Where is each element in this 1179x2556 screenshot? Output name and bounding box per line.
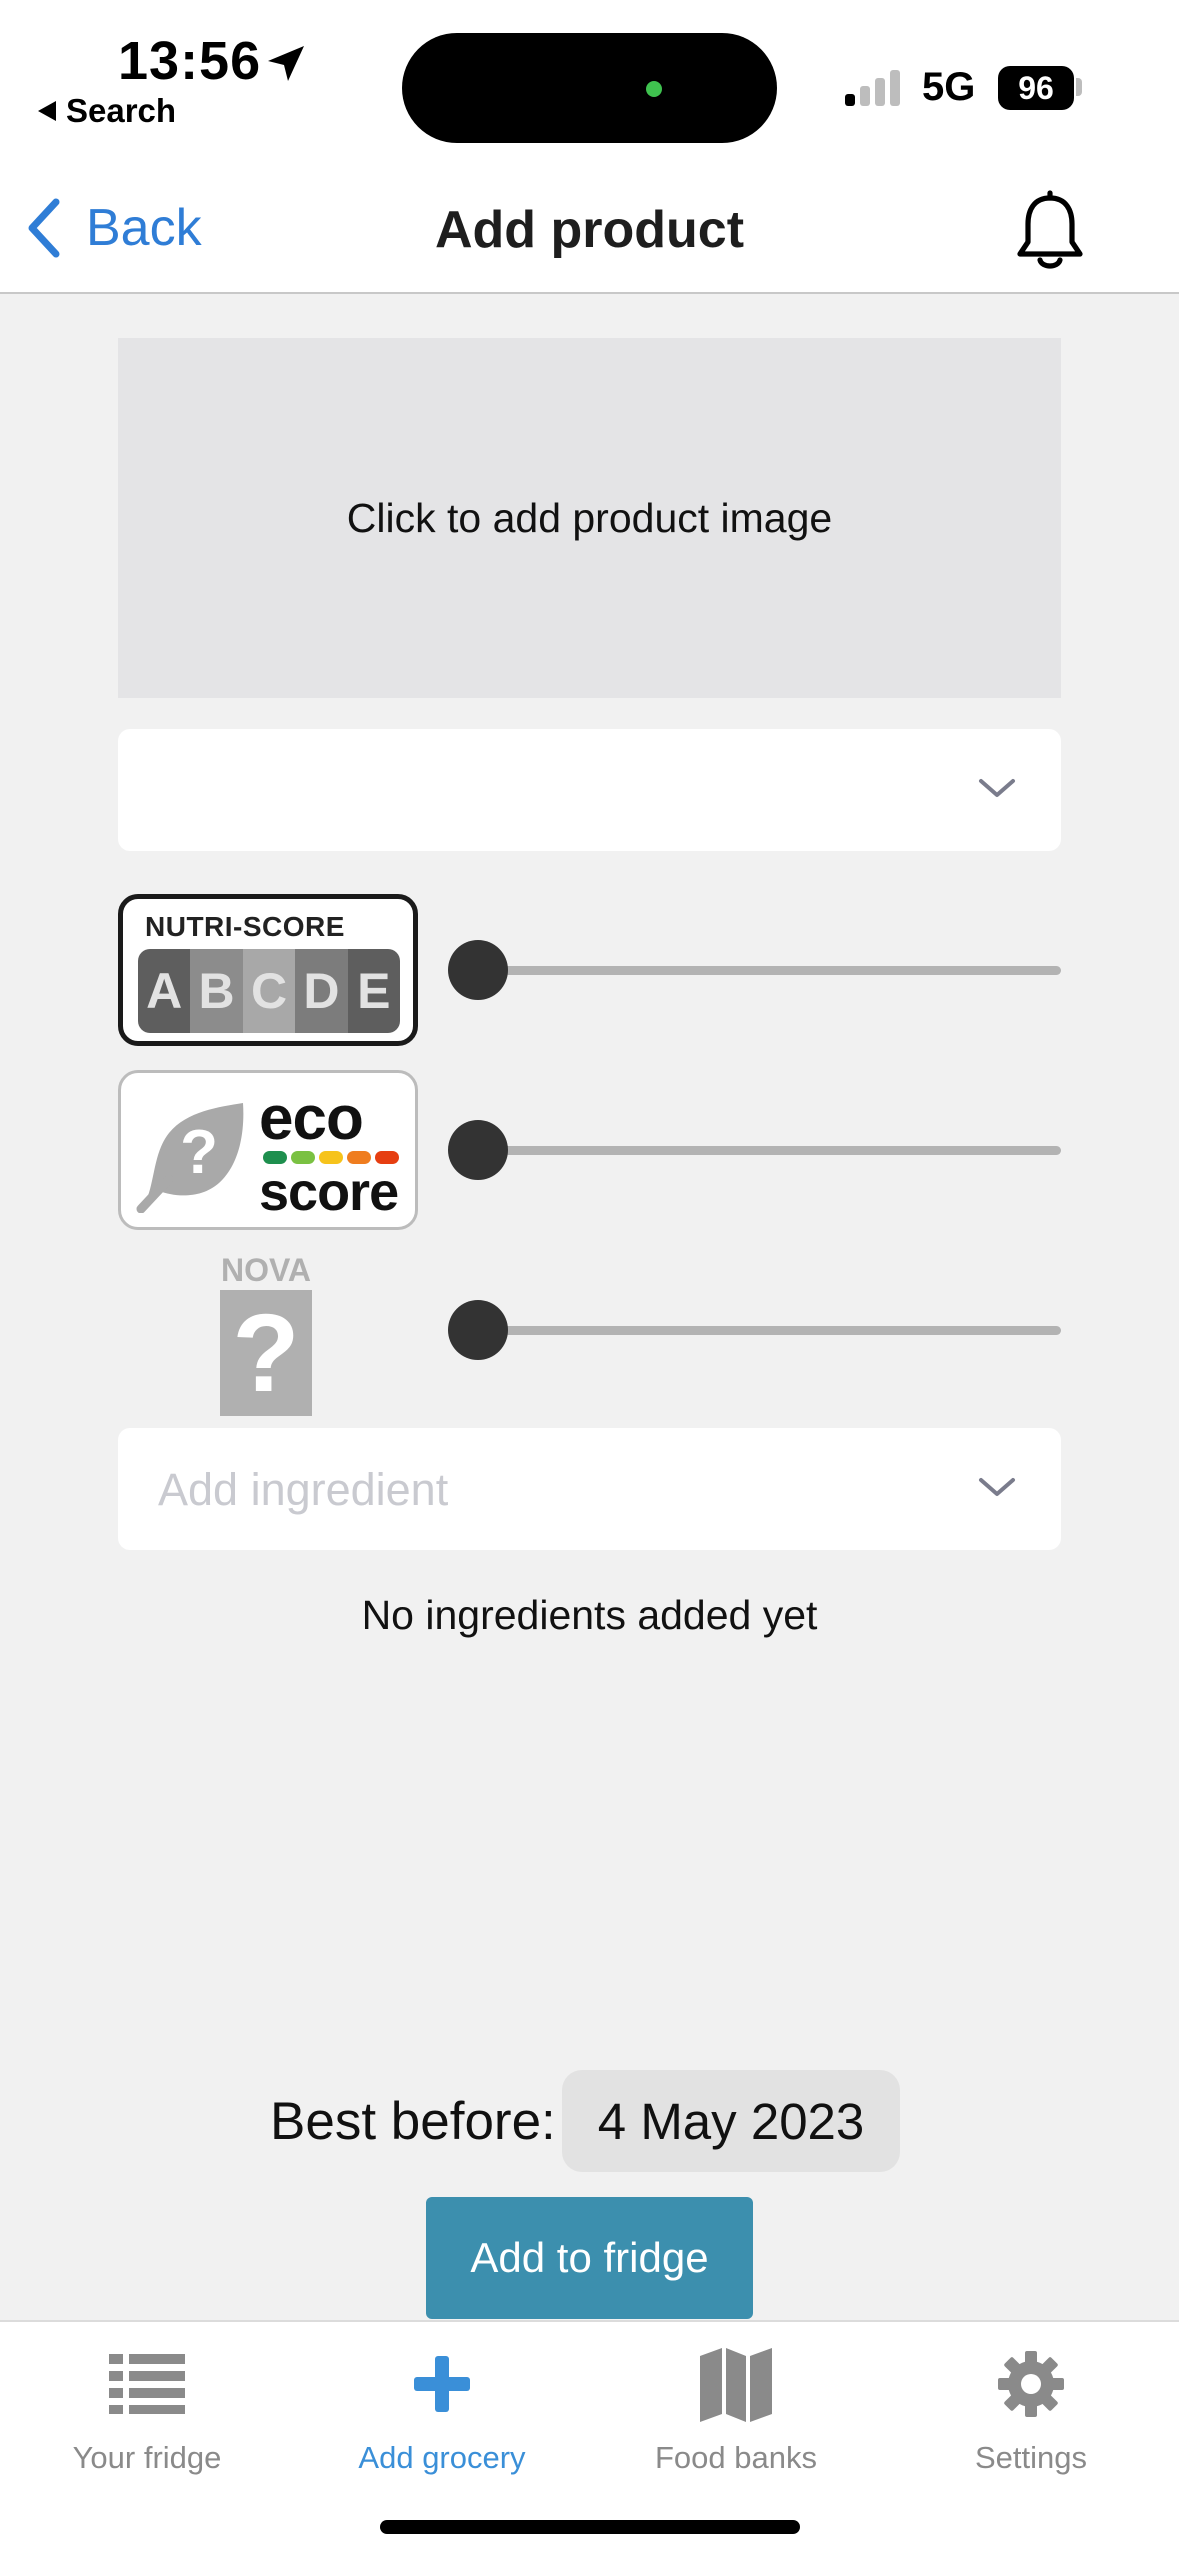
svg-text:?: ? bbox=[180, 1118, 218, 1187]
map-icon bbox=[700, 2348, 772, 2422]
slider-track bbox=[468, 1146, 1061, 1155]
battery-tip bbox=[1076, 78, 1082, 96]
nutri-score-row: NUTRI-SCORE A B C D E bbox=[118, 894, 1061, 1048]
slider-track bbox=[468, 1326, 1061, 1335]
nova-title: NOVA bbox=[220, 1252, 312, 1288]
location-arrow-icon bbox=[268, 46, 304, 81]
product-select[interactable] bbox=[118, 729, 1061, 851]
nova-slider[interactable] bbox=[448, 1300, 1061, 1360]
battery-icon: 96 bbox=[998, 66, 1074, 110]
slider-thumb[interactable] bbox=[448, 1300, 508, 1360]
eco-word: eco bbox=[259, 1084, 364, 1153]
tab-food-banks[interactable]: Food banks bbox=[616, 2346, 856, 2476]
best-before-row: Best before: 4 May 2023 bbox=[270, 2070, 901, 2172]
nutri-score-title: NUTRI-SCORE bbox=[145, 911, 345, 942]
nutri-grade-a: A bbox=[138, 949, 191, 1033]
back-to-app-link[interactable]: Search bbox=[38, 92, 176, 130]
nutri-grade-e: E bbox=[347, 949, 400, 1033]
nutri-score-badge: NUTRI-SCORE A B C D E bbox=[118, 894, 418, 1046]
score-word: score bbox=[259, 1162, 399, 1222]
nutri-score-slider[interactable] bbox=[448, 940, 1061, 1000]
tab-label: Add grocery bbox=[358, 2440, 526, 2475]
battery-level: 96 bbox=[1018, 69, 1054, 106]
plus-icon bbox=[414, 2356, 470, 2412]
status-time: 13:56 bbox=[118, 31, 262, 91]
chevron-down-icon bbox=[979, 1478, 1015, 1496]
back-button[interactable]: Back bbox=[24, 196, 202, 260]
gear-icon bbox=[998, 2351, 1064, 2417]
list-icon bbox=[109, 2354, 185, 2414]
best-before-label: Best before: bbox=[270, 2091, 556, 2151]
back-label: Back bbox=[86, 199, 202, 257]
tab-your-fridge[interactable]: Your fridge bbox=[27, 2346, 267, 2476]
add-to-fridge-button[interactable]: Add to fridge bbox=[426, 2197, 753, 2319]
home-indicator bbox=[380, 2520, 800, 2534]
dynamic-island bbox=[402, 33, 777, 143]
empty-ingredients-message: No ingredients added yet bbox=[361, 1592, 818, 1638]
eco-score-badge: ? eco score bbox=[118, 1070, 418, 1230]
ingredient-placeholder: Add ingredient bbox=[158, 1464, 449, 1515]
slider-thumb[interactable] bbox=[448, 1120, 508, 1180]
back-app-label: Search bbox=[66, 92, 177, 129]
chevron-down-icon bbox=[979, 779, 1015, 797]
nutri-grade-d: D bbox=[295, 949, 348, 1033]
status-bar: 13:56 Search 5G 96 bbox=[0, 0, 1179, 170]
camera-indicator bbox=[646, 81, 662, 97]
ingredient-select[interactable]: Add ingredient bbox=[118, 1428, 1061, 1550]
nova-badge: NOVA ? bbox=[218, 1252, 314, 1417]
nutri-grade-c: C bbox=[242, 949, 296, 1033]
tab-add-grocery[interactable]: Add grocery bbox=[322, 2346, 562, 2476]
nova-question-icon: ? bbox=[220, 1290, 312, 1416]
eco-score-row: ? eco score bbox=[118, 1070, 1061, 1232]
slider-track bbox=[468, 966, 1061, 975]
cellular-signal-icon bbox=[845, 66, 905, 106]
best-before-date-picker[interactable]: 4 May 2023 bbox=[561, 2070, 901, 2172]
nutri-score-grades: A B C D E bbox=[138, 949, 400, 1033]
product-image-picker[interactable]: Click to add product image bbox=[118, 338, 1061, 698]
tab-label: Settings bbox=[974, 2440, 1087, 2475]
image-prompt: Click to add product image bbox=[346, 494, 833, 541]
tab-label: Your fridge bbox=[72, 2440, 222, 2475]
nova-row: NOVA ? bbox=[118, 1252, 1061, 1418]
eco-score-slider[interactable] bbox=[448, 1120, 1061, 1180]
slider-thumb[interactable] bbox=[448, 940, 508, 1000]
tab-label: Food banks bbox=[655, 2440, 817, 2475]
chevron-left-icon bbox=[28, 198, 60, 258]
bell-icon[interactable] bbox=[1010, 190, 1090, 274]
navigation-header: Add product Back bbox=[0, 170, 1179, 294]
leaf-question-icon: ? bbox=[136, 1103, 244, 1213]
nutri-grade-b: B bbox=[190, 949, 243, 1033]
tab-settings[interactable]: Settings bbox=[911, 2346, 1151, 2476]
back-triangle-icon bbox=[38, 101, 56, 121]
network-type: 5G bbox=[922, 65, 976, 109]
nova-symbol: ? bbox=[232, 1291, 300, 1415]
